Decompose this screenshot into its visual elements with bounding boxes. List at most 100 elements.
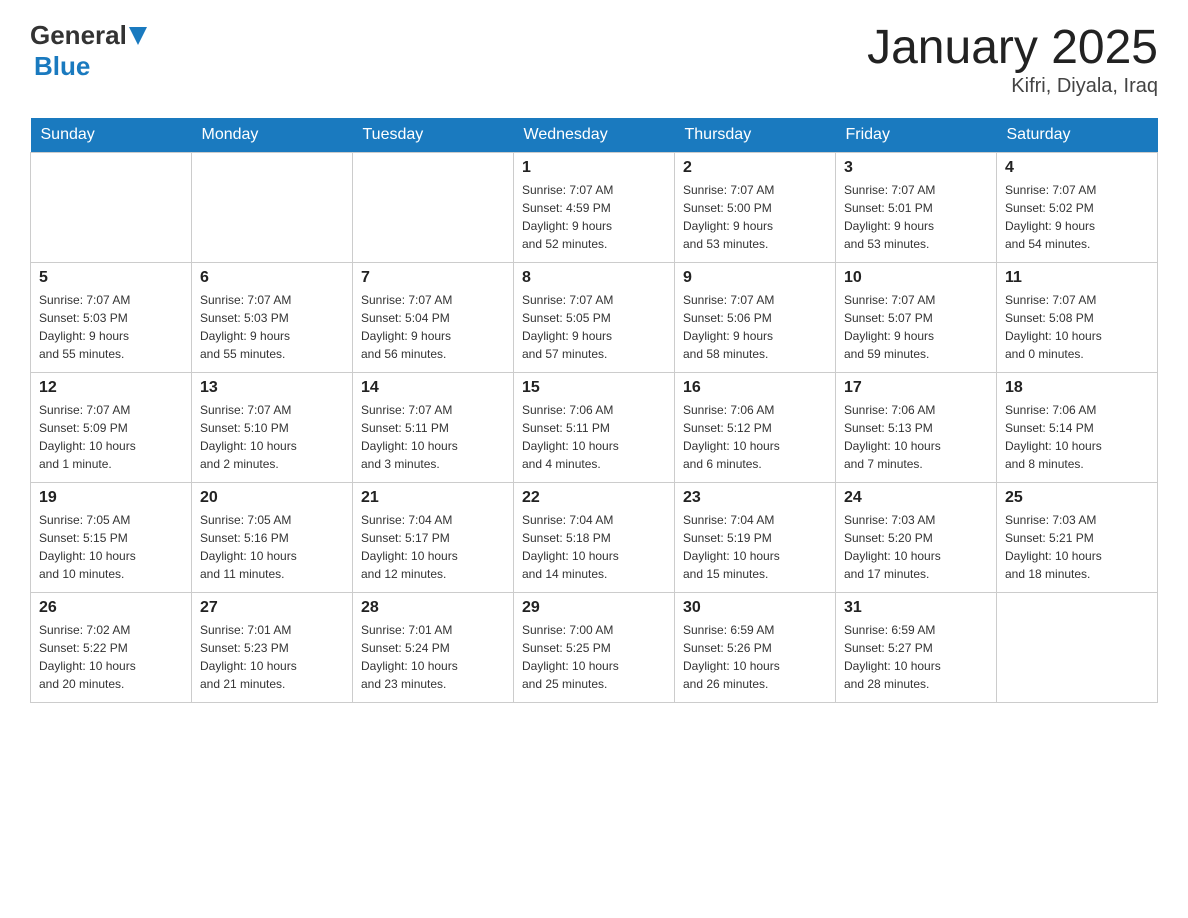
day-info: Sunrise: 6:59 AM Sunset: 5:26 PM Dayligh… <box>683 621 827 693</box>
calendar-cell: 2 Sunrise: 7:07 AM Sunset: 5:00 PM Daylig… <box>675 153 836 263</box>
day-number: 26 <box>39 599 183 617</box>
day-number: 18 <box>1005 379 1149 397</box>
day-info: Sunrise: 7:01 AM Sunset: 5:24 PM Dayligh… <box>361 621 505 693</box>
calendar-cell: 29 Sunrise: 7:00 AM Sunset: 5:25 PM Dayli… <box>514 593 675 703</box>
weekday-header-monday: Monday <box>192 118 353 153</box>
day-info: Sunrise: 7:04 AM Sunset: 5:19 PM Dayligh… <box>683 511 827 583</box>
calendar-cell: 23 Sunrise: 7:04 AM Sunset: 5:19 PM Dayli… <box>675 483 836 593</box>
day-number: 30 <box>683 599 827 617</box>
day-info: Sunrise: 7:07 AM Sunset: 5:01 PM Dayligh… <box>844 181 988 253</box>
day-number: 20 <box>200 489 344 507</box>
weekday-header-wednesday: Wednesday <box>514 118 675 153</box>
day-info: Sunrise: 7:07 AM Sunset: 5:03 PM Dayligh… <box>200 291 344 363</box>
logo-triangle-icon <box>129 27 147 45</box>
weekday-header-thursday: Thursday <box>675 118 836 153</box>
calendar-cell: 16 Sunrise: 7:06 AM Sunset: 5:12 PM Dayli… <box>675 373 836 483</box>
calendar-cell: 19 Sunrise: 7:05 AM Sunset: 5:15 PM Dayli… <box>31 483 192 593</box>
calendar-cell: 8Sunrise: 7:07 AM Sunset: 5:05 PM Daylig… <box>514 263 675 373</box>
day-number: 29 <box>522 599 666 617</box>
day-number: 31 <box>844 599 988 617</box>
calendar-cell: 24Sunrise: 7:03 AM Sunset: 5:20 PM Dayli… <box>836 483 997 593</box>
day-info: Sunrise: 7:07 AM Sunset: 5:02 PM Dayligh… <box>1005 181 1149 253</box>
day-number: 9 <box>683 269 827 287</box>
calendar-cell: 15Sunrise: 7:06 AM Sunset: 5:11 PM Dayli… <box>514 373 675 483</box>
day-info: Sunrise: 7:06 AM Sunset: 5:12 PM Dayligh… <box>683 401 827 473</box>
weekday-header-friday: Friday <box>836 118 997 153</box>
day-number: 28 <box>361 599 505 617</box>
day-number: 17 <box>844 379 988 397</box>
weekday-header-row: SundayMondayTuesdayWednesdayThursdayFrid… <box>31 118 1158 153</box>
calendar-cell: 30 Sunrise: 6:59 AM Sunset: 5:26 PM Dayli… <box>675 593 836 703</box>
calendar-cell <box>192 153 353 263</box>
calendar-cell: 22 Sunrise: 7:04 AM Sunset: 5:18 PM Dayli… <box>514 483 675 593</box>
day-info: Sunrise: 7:07 AM Sunset: 5:10 PM Dayligh… <box>200 401 344 473</box>
calendar-cell: 11Sunrise: 7:07 AM Sunset: 5:08 PM Dayli… <box>997 263 1158 373</box>
day-number: 19 <box>39 489 183 507</box>
calendar-week-4: 19 Sunrise: 7:05 AM Sunset: 5:15 PM Dayli… <box>31 483 1158 593</box>
calendar-week-1: 1 Sunrise: 7:07 AM Sunset: 4:59 PM Daylig… <box>31 153 1158 263</box>
logo-general-text: General <box>30 20 127 51</box>
calendar-cell: 7 Sunrise: 7:07 AM Sunset: 5:04 PM Daylig… <box>353 263 514 373</box>
calendar-cell: 27Sunrise: 7:01 AM Sunset: 5:23 PM Dayli… <box>192 593 353 703</box>
day-info: Sunrise: 7:07 AM Sunset: 5:11 PM Dayligh… <box>361 401 505 473</box>
day-info: Sunrise: 7:07 AM Sunset: 5:09 PM Dayligh… <box>39 401 183 473</box>
calendar-header: SundayMondayTuesdayWednesdayThursdayFrid… <box>31 118 1158 153</box>
day-number: 1 <box>522 159 666 177</box>
day-number: 5 <box>39 269 183 287</box>
calendar-cell: 18 Sunrise: 7:06 AM Sunset: 5:14 PM Dayli… <box>997 373 1158 483</box>
calendar-cell: 3 Sunrise: 7:07 AM Sunset: 5:01 PM Daylig… <box>836 153 997 263</box>
day-number: 12 <box>39 379 183 397</box>
day-info: Sunrise: 7:06 AM Sunset: 5:13 PM Dayligh… <box>844 401 988 473</box>
day-number: 22 <box>522 489 666 507</box>
day-number: 2 <box>683 159 827 177</box>
day-number: 16 <box>683 379 827 397</box>
day-info: Sunrise: 7:07 AM Sunset: 5:06 PM Dayligh… <box>683 291 827 363</box>
calendar-week-2: 5 Sunrise: 7:07 AM Sunset: 5:03 PM Daylig… <box>31 263 1158 373</box>
day-info: Sunrise: 7:07 AM Sunset: 5:00 PM Dayligh… <box>683 181 827 253</box>
day-number: 7 <box>361 269 505 287</box>
day-info: Sunrise: 7:07 AM Sunset: 5:04 PM Dayligh… <box>361 291 505 363</box>
day-info: Sunrise: 7:01 AM Sunset: 5:23 PM Dayligh… <box>200 621 344 693</box>
calendar-cell: 9 Sunrise: 7:07 AM Sunset: 5:06 PM Daylig… <box>675 263 836 373</box>
day-number: 23 <box>683 489 827 507</box>
calendar-week-3: 12 Sunrise: 7:07 AM Sunset: 5:09 PM Dayli… <box>31 373 1158 483</box>
calendar-cell: 12 Sunrise: 7:07 AM Sunset: 5:09 PM Dayli… <box>31 373 192 483</box>
day-info: Sunrise: 7:03 AM Sunset: 5:21 PM Dayligh… <box>1005 511 1149 583</box>
day-number: 25 <box>1005 489 1149 507</box>
day-info: Sunrise: 7:07 AM Sunset: 5:07 PM Dayligh… <box>844 291 988 363</box>
day-number: 6 <box>200 269 344 287</box>
day-number: 3 <box>844 159 988 177</box>
logo: General Blue <box>30 20 147 82</box>
day-info: Sunrise: 7:04 AM Sunset: 5:18 PM Dayligh… <box>522 511 666 583</box>
day-number: 13 <box>200 379 344 397</box>
day-info: Sunrise: 7:05 AM Sunset: 5:16 PM Dayligh… <box>200 511 344 583</box>
day-number: 14 <box>361 379 505 397</box>
day-info: Sunrise: 7:02 AM Sunset: 5:22 PM Dayligh… <box>39 621 183 693</box>
calendar-cell: 26 Sunrise: 7:02 AM Sunset: 5:22 PM Dayli… <box>31 593 192 703</box>
calendar-table: SundayMondayTuesdayWednesdayThursdayFrid… <box>30 118 1158 703</box>
day-number: 4 <box>1005 159 1149 177</box>
day-info: Sunrise: 7:07 AM Sunset: 4:59 PM Dayligh… <box>522 181 666 253</box>
day-number: 24 <box>844 489 988 507</box>
day-info: Sunrise: 7:00 AM Sunset: 5:25 PM Dayligh… <box>522 621 666 693</box>
weekday-header-sunday: Sunday <box>31 118 192 153</box>
calendar-cell <box>31 153 192 263</box>
calendar-cell: 1 Sunrise: 7:07 AM Sunset: 4:59 PM Daylig… <box>514 153 675 263</box>
calendar-cell: 4 Sunrise: 7:07 AM Sunset: 5:02 PM Daylig… <box>997 153 1158 263</box>
day-info: Sunrise: 7:07 AM Sunset: 5:05 PM Dayligh… <box>522 291 666 363</box>
page-header: General Blue January 2025 Kifri, Diyala,… <box>30 20 1158 98</box>
day-number: 11 <box>1005 269 1149 287</box>
calendar-title-section: January 2025 Kifri, Diyala, Iraq <box>867 20 1158 98</box>
day-info: Sunrise: 7:05 AM Sunset: 5:15 PM Dayligh… <box>39 511 183 583</box>
day-info: Sunrise: 7:06 AM Sunset: 5:14 PM Dayligh… <box>1005 401 1149 473</box>
calendar-cell: 5Sunrise: 7:07 AM Sunset: 5:03 PM Daylig… <box>31 263 192 373</box>
calendar-week-5: 26 Sunrise: 7:02 AM Sunset: 5:22 PM Dayli… <box>31 593 1158 703</box>
calendar-cell <box>997 593 1158 703</box>
calendar-subtitle: Kifri, Diyala, Iraq <box>867 75 1158 98</box>
day-number: 10 <box>844 269 988 287</box>
calendar-cell <box>353 153 514 263</box>
calendar-cell: 14 Sunrise: 7:07 AM Sunset: 5:11 PM Dayli… <box>353 373 514 483</box>
weekday-header-saturday: Saturday <box>997 118 1158 153</box>
logo-blue-text: Blue <box>34 51 90 81</box>
calendar-cell: 25 Sunrise: 7:03 AM Sunset: 5:21 PM Dayli… <box>997 483 1158 593</box>
